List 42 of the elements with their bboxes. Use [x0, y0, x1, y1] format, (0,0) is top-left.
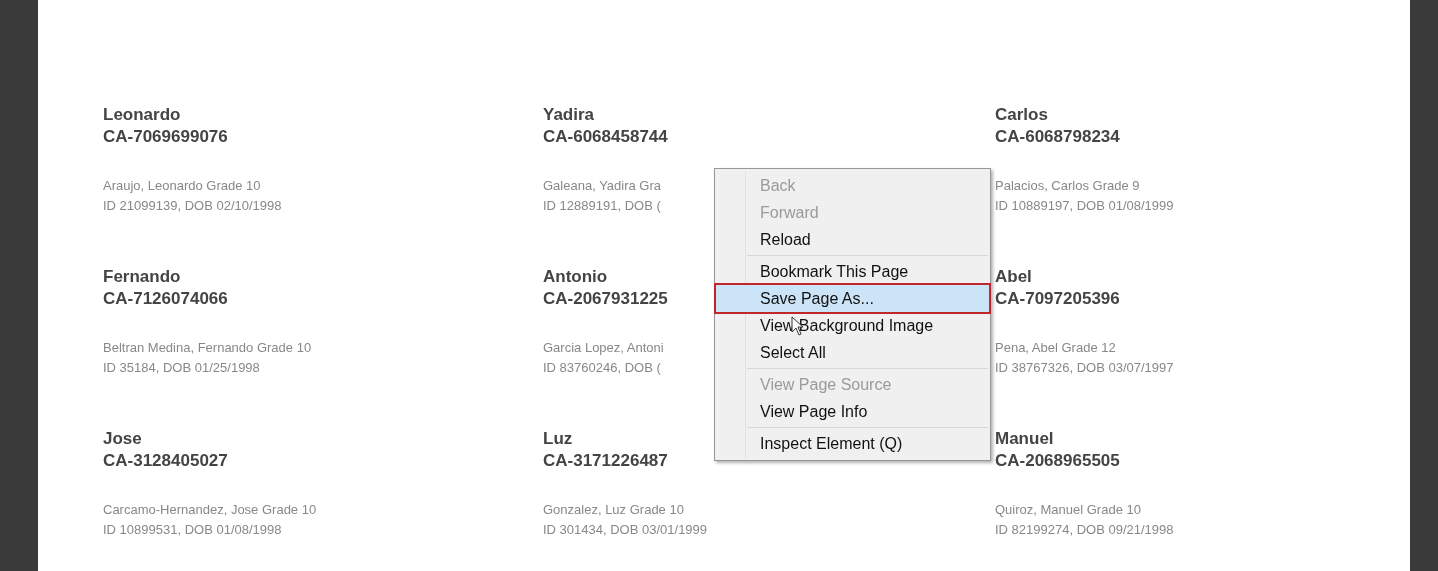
- student-name: Jose: [103, 428, 142, 450]
- student-dob: ID 10899531, DOB 01/08/1998: [103, 521, 282, 539]
- student-name: Leonardo: [103, 104, 181, 126]
- student-id: CA-3171226487: [543, 450, 668, 472]
- student-id: CA-3128405027: [103, 450, 228, 472]
- menu-item[interactable]: Save Page As...: [716, 285, 989, 312]
- student-id: CA-7097205396: [995, 288, 1120, 310]
- student-id: CA-2067931225: [543, 288, 668, 310]
- student-details: Galeana, Yadira Gra: [543, 177, 662, 195]
- student-details: Garcia Lopez, Antoni: [543, 339, 664, 357]
- menu-item[interactable]: Reload: [716, 226, 989, 253]
- student-details: Carcamo-Hernandez, Jose Grade 10: [103, 501, 317, 519]
- student-dob: ID 21099139, DOB 02/10/1998: [103, 197, 282, 215]
- student-id: CA-2068965505: [995, 450, 1120, 472]
- student-dob: ID 12889191, DOB (: [543, 197, 661, 215]
- student-dob: ID 82199274, DOB 09/21/1998: [995, 521, 1174, 539]
- student-details: Araujo, Leonardo Grade 10: [103, 177, 261, 195]
- student-name: Luz: [543, 428, 573, 450]
- student-id: CA-6068798234: [995, 126, 1120, 148]
- menu-item[interactable]: Inspect Element (Q): [716, 430, 989, 457]
- student-dob: ID 83760246, DOB (: [543, 359, 661, 377]
- student-dob: ID 10889197, DOB 01/08/1999: [995, 197, 1174, 215]
- student-name: Yadira: [543, 104, 595, 126]
- student-details: Quiroz, Manuel Grade 10: [995, 501, 1141, 519]
- student-name: Fernando: [103, 266, 181, 288]
- student-id: CA-7126074066: [103, 288, 228, 310]
- student-details: Gonzalez, Luz Grade 10: [543, 501, 684, 519]
- student-id: CA-7069699076: [103, 126, 228, 148]
- student-details: Palacios, Carlos Grade 9: [995, 177, 1140, 195]
- menu-item[interactable]: Select All: [716, 339, 989, 366]
- student-name: Antonio: [543, 266, 608, 288]
- student-details: Pena, Abel Grade 12: [995, 339, 1116, 357]
- student-id: CA-6068458744: [543, 126, 668, 148]
- menu-item[interactable]: View Page Info: [716, 398, 989, 425]
- student-name: Abel: [995, 266, 1032, 288]
- student-name: Carlos: [995, 104, 1048, 126]
- student-dob: ID 301434, DOB 03/01/1999: [543, 521, 708, 539]
- student-dob: ID 38767326, DOB 03/07/1997: [995, 359, 1174, 377]
- student-name: Manuel: [995, 428, 1054, 450]
- menu-item[interactable]: Bookmark This Page: [716, 258, 989, 285]
- student-details: Beltran Medina, Fernando Grade 10: [103, 339, 312, 357]
- student-dob: ID 35184, DOB 01/25/1998: [103, 359, 260, 377]
